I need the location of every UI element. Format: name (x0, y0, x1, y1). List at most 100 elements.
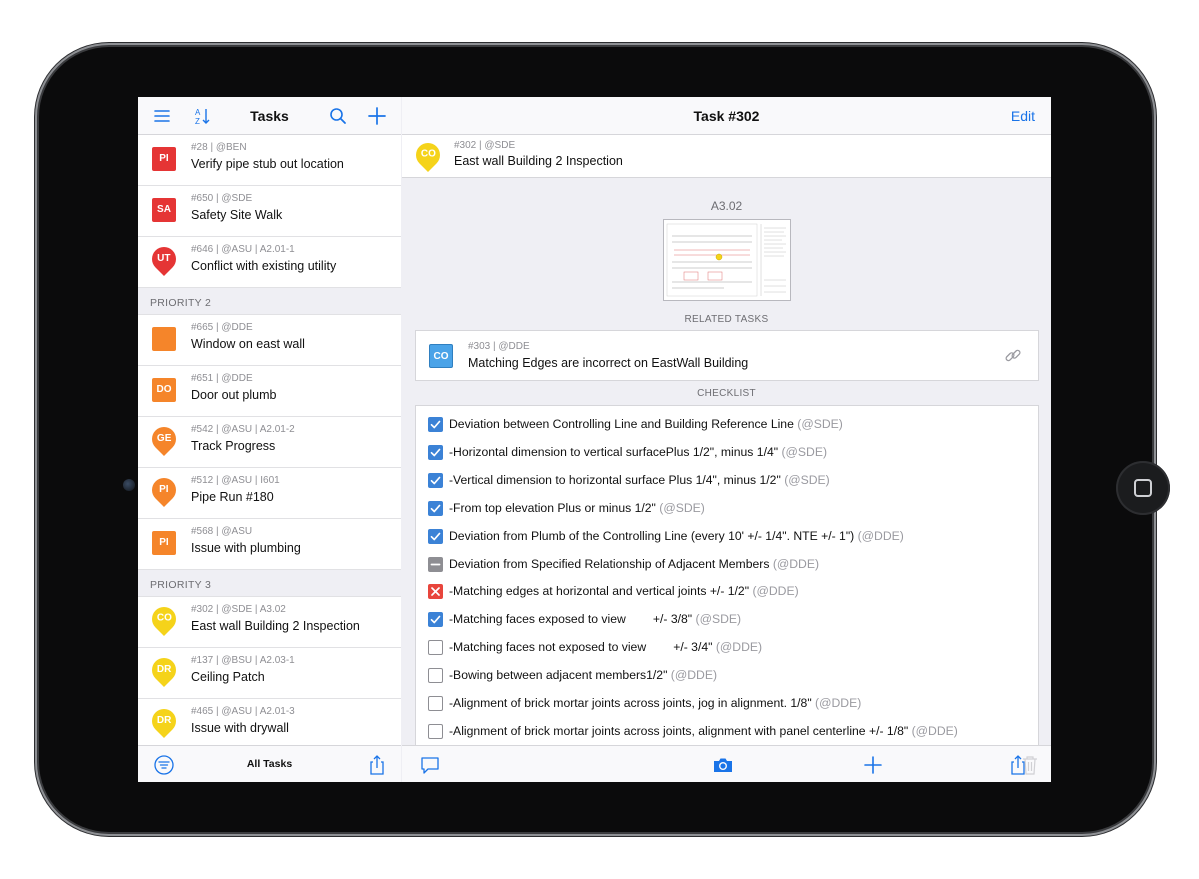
checklist-item[interactable]: -Matching faces exposed to view +/- 3/8"… (416, 607, 1038, 635)
checkbox-checked-icon[interactable] (428, 417, 443, 432)
checkbox-failed-icon[interactable] (428, 584, 443, 600)
checklist-item[interactable]: -Matching faces not exposed to view +/- … (416, 635, 1038, 663)
related-task-marker: CO (429, 344, 453, 368)
checkbox-empty-icon[interactable] (428, 723, 443, 739)
checkbox-checked-icon[interactable] (428, 472, 443, 488)
share-icon[interactable] (366, 754, 388, 776)
task-list-header: A Z Tasks (138, 97, 401, 135)
checklist-item-label: -From top elevation Plus or minus 1/2" (449, 500, 656, 515)
checklist-item-label: -Matching faces exposed to view +/- 3/8" (449, 612, 693, 627)
task-meta: #646 | @ASU | A2.01-1 (191, 244, 295, 255)
task-name: Issue with drywall (191, 721, 289, 735)
task-row[interactable]: CO #302 | @SDE | A3.02 East wall Building … (138, 597, 401, 648)
checklist-item-text: -Horizontal dimension to vertical surfac… (449, 445, 827, 459)
task-meta: #28 | @BEN (191, 142, 247, 153)
task-row[interactable]: GE #542 | @ASU | A2.01-2 Track Progress (138, 417, 401, 468)
checkbox-empty-icon[interactable] (428, 640, 443, 656)
task-row[interactable]: PI #28 | @BEN Verify pipe stub out locatio… (138, 135, 401, 186)
checklist-item[interactable]: Deviation from Specified Relationship of… (416, 552, 1038, 580)
checklist-item[interactable]: Deviation between Controlling Line and B… (416, 412, 1038, 440)
checklist-item-assignee: (@SDE) (797, 417, 843, 431)
all-tasks-label[interactable]: All Tasks (138, 758, 401, 770)
checklist-item-assignee: (@DDE) (911, 723, 958, 738)
task-pin-marker: CO (411, 138, 445, 172)
task-square-marker: PI (152, 147, 176, 171)
checkbox-empty-icon[interactable] (428, 696, 443, 711)
task-row[interactable]: DO #651 | @DDE Door out plumb (138, 366, 401, 417)
task-list-pane: A Z Tasks PI #28 | @BEN Verify pipe stub o… (138, 97, 401, 782)
task-name: Door out plumb (191, 388, 277, 402)
checklist-item-label: -Matching faces not exposed to view +/- … (449, 640, 713, 655)
checklist-item-label: -Vertical dimension to horizontal surfac… (449, 472, 781, 487)
checklist-item[interactable]: -Alignment of brick mortar joints across… (416, 691, 1038, 719)
checklist-item[interactable]: -Matching edges at horizontal and vertic… (416, 579, 1038, 607)
comment-icon[interactable] (419, 754, 441, 776)
trash-icon[interactable] (1019, 754, 1041, 776)
checklist-item-label: -Matching edges at horizontal and vertic… (449, 584, 750, 599)
checklist-item-assignee: (@DDE) (670, 668, 718, 683)
task-row[interactable]: PI #568 | @ASU Issue with plumbing (138, 519, 401, 570)
related-task-card[interactable]: CO #303 | @DDE Matching Edges are incorr… (415, 330, 1039, 381)
task-square-marker: DO (152, 378, 176, 402)
task-name: Safety Site Walk (191, 208, 283, 222)
checklist-item-label: -Alignment of brick mortar joints across… (449, 696, 812, 710)
checkbox-checked-icon[interactable] (428, 612, 443, 628)
checklist-item[interactable]: -Vertical dimension to horizontal surfac… (416, 468, 1038, 496)
checklist-item[interactable]: -From top elevation Plus or minus 1/2" (… (416, 496, 1038, 524)
checklist-item-text: -Matching faces exposed to view +/- 3/8"… (449, 612, 741, 626)
task-meta: #568 | @ASU (191, 526, 253, 537)
task-pin-marker: PI (147, 473, 181, 507)
checklist-item-label: -Horizontal dimension to vertical surfac… (449, 444, 779, 459)
checkbox-checked-icon[interactable] (428, 528, 443, 544)
checklist-item-assignee: (@SDE) (659, 500, 705, 515)
task-name: East wall Building 2 Inspection (191, 619, 360, 633)
task-row[interactable]: #665 | @DDE Window on east wall (138, 315, 401, 366)
task-detail-toolbar (402, 745, 1051, 782)
task-row[interactable]: PI #512 | @ASU | I601 Pipe Run #180 (138, 468, 401, 519)
task-meta: #302 | @SDE | A3.02 (191, 604, 286, 615)
task-name: Verify pipe stub out location (191, 157, 344, 171)
checkbox-checked-icon[interactable] (428, 500, 443, 516)
task-row[interactable]: DR #137 | @BSU | A2.03-1 Ceiling Patch (138, 648, 401, 699)
task-pin-marker: GE (147, 422, 181, 456)
checklist-item-assignee: (@SDE) (784, 472, 830, 487)
checklist-item-label: -Alignment of brick mortar joints across… (449, 723, 909, 738)
home-button[interactable] (1116, 461, 1170, 515)
related-tasks-title: RELATED TASKS (684, 314, 769, 325)
search-icon[interactable] (328, 106, 348, 126)
checkbox-empty-icon[interactable] (428, 668, 443, 684)
current-task-meta: #302 | @SDE (454, 140, 516, 151)
task-row[interactable]: SA #650 | @SDE Safety Site Walk (138, 186, 401, 237)
camera-icon[interactable] (712, 754, 734, 776)
current-task-name: East wall Building 2 Inspection (454, 154, 623, 168)
checklist-item-label: Deviation between Controlling Line and B… (449, 417, 794, 431)
task-row[interactable]: DR #465 | @ASU | A2.01-3 Issue with drywal… (138, 699, 401, 745)
task-square-marker (152, 327, 176, 351)
checklist-item-label: Deviation from Specified Relationship of… (449, 556, 770, 571)
sheet-thumbnail[interactable] (663, 219, 791, 301)
task-meta: #542 | @ASU | A2.01-2 (191, 424, 295, 435)
task-pin-marker: DR (147, 653, 181, 687)
add-icon[interactable] (862, 754, 884, 776)
checklist-item-assignee: (@DDE) (715, 640, 763, 655)
link-icon[interactable] (1004, 347, 1022, 365)
task-name: Ceiling Patch (191, 670, 265, 684)
task-list-title: Tasks (250, 108, 289, 124)
task-square-marker: PI (152, 531, 176, 555)
task-name: Issue with plumbing (191, 541, 301, 555)
checklist-item-assignee: (@DDE) (772, 556, 820, 571)
checklist-item[interactable]: -Horizontal dimension to vertical surfac… (416, 440, 1038, 468)
task-row[interactable]: UT #646 | @ASU | A2.01-1 Conflict with exi… (138, 237, 401, 288)
checklist-item[interactable]: -Bowing between adjacent members1/2" (@D… (416, 663, 1038, 691)
section-header: PRIORITY 2 (138, 288, 401, 315)
edit-button[interactable]: Edit (1011, 108, 1035, 124)
checkbox-checked-icon[interactable] (428, 444, 443, 460)
checklist-item[interactable]: Deviation from Plumb of the Controlling … (416, 524, 1038, 552)
checkbox-na-icon[interactable] (428, 556, 443, 572)
checklist: Deviation between Controlling Line and B… (415, 405, 1039, 745)
task-detail-pane: Task #302 Edit CO #302 | @SDE East wall … (402, 97, 1051, 782)
sheet-label: A3.02 (710, 199, 743, 213)
checklist-item[interactable]: -Alignment of brick mortar joints across… (416, 719, 1038, 745)
add-task-icon[interactable] (367, 106, 387, 126)
checklist-title: CHECKLIST (697, 388, 756, 399)
